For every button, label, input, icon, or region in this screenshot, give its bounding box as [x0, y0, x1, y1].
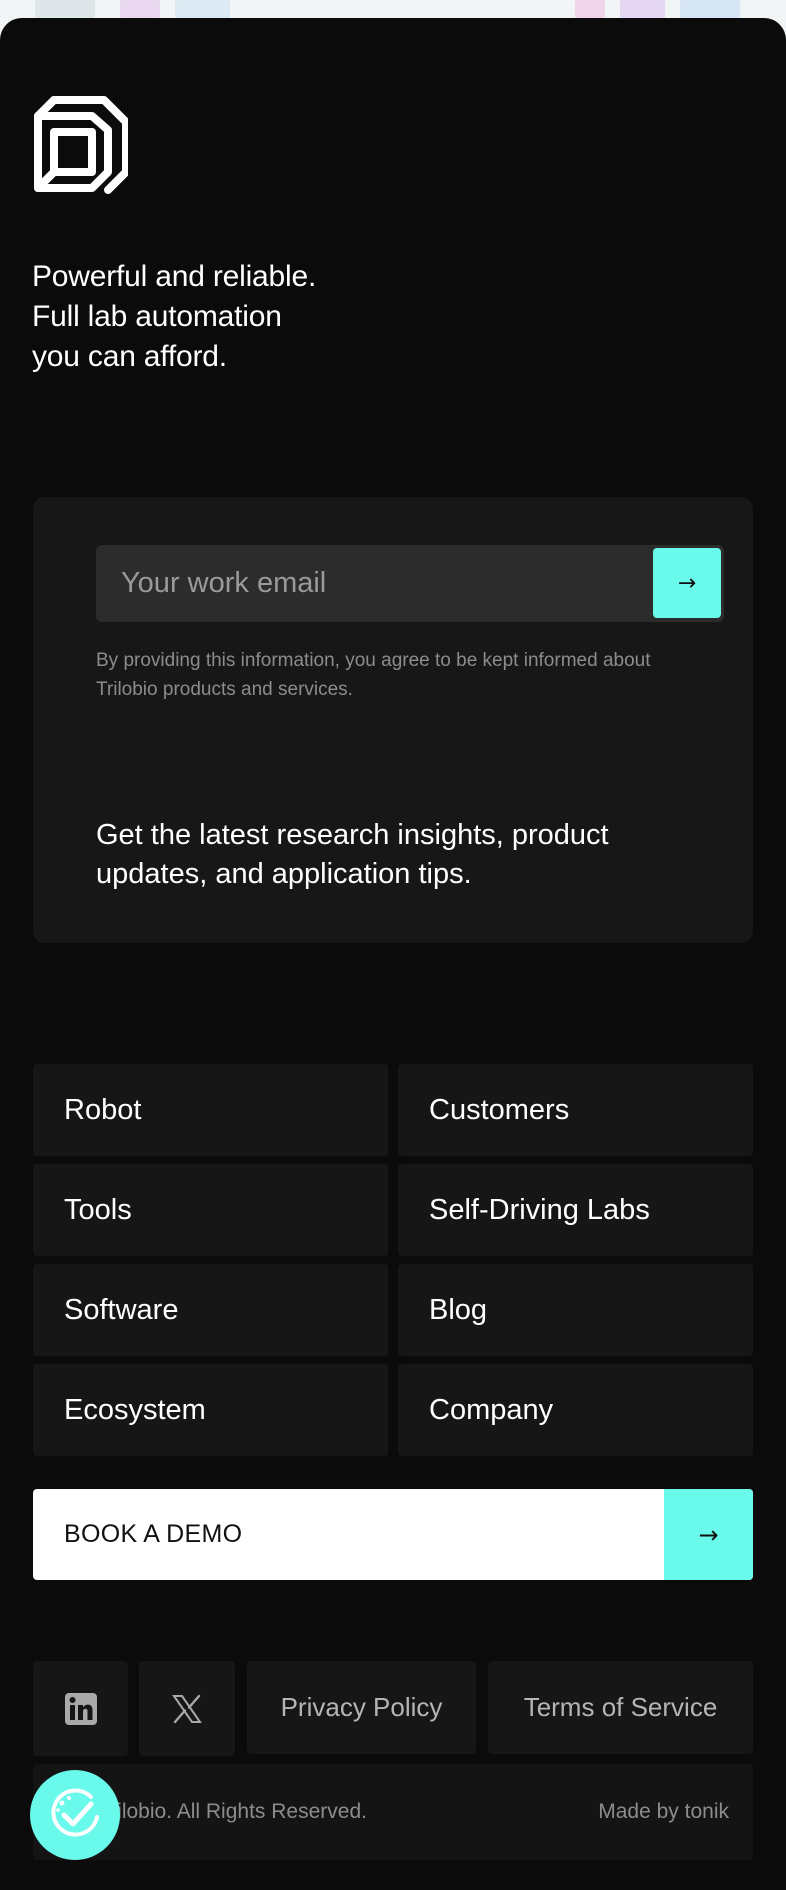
tagline-line: you can afford.: [32, 340, 227, 373]
speckle: [175, 0, 230, 18]
email-signup-row: →: [96, 545, 724, 622]
nav-link-software[interactable]: Software: [33, 1264, 388, 1356]
book-demo-button[interactable]: BOOK A DEMO →: [33, 1489, 753, 1580]
newsletter-pitch: Get the latest research insights, produc…: [96, 819, 609, 890]
cookie-check-icon: [51, 1788, 99, 1837]
cookie-consent-button[interactable]: [30, 1770, 120, 1860]
logo-mark: [34, 96, 130, 194]
arrow-right-icon: →: [664, 1489, 753, 1580]
privacy-policy-link[interactable]: Privacy Policy: [247, 1661, 476, 1754]
x-link[interactable]: [139, 1661, 235, 1756]
nav-link-company[interactable]: Company: [398, 1364, 753, 1456]
linkedin-icon: [64, 1692, 97, 1725]
nav-link-blog[interactable]: Blog: [398, 1264, 753, 1356]
nav-link-ecosystem[interactable]: Ecosystem: [33, 1364, 388, 1456]
made-by-link[interactable]: Made by tonik: [598, 1764, 729, 1860]
copyright-text: 6 Trilobio. All Rights Reserved.: [81, 1800, 367, 1823]
copyright-bar: 6 Trilobio. All Rights Reserved. Made by…: [33, 1764, 753, 1860]
tagline-line: Full lab automation: [32, 300, 282, 333]
footer-nav: Robot Customers Tools Self-Driving Labs …: [33, 1064, 753, 1456]
arrow-right-icon: →: [677, 570, 697, 596]
nav-link-robot[interactable]: Robot: [33, 1064, 388, 1156]
consent-text: By providing this information, you agree…: [96, 650, 651, 700]
footer-tagline: Powerful and reliable. Full lab automati…: [32, 257, 316, 377]
trilobio-logo-icon[interactable]: [32, 96, 130, 210]
speckle: [575, 0, 605, 18]
speckle: [620, 0, 665, 18]
terms-of-service-link[interactable]: Terms of Service: [488, 1661, 753, 1754]
x-icon: [172, 1694, 202, 1723]
nav-link-self-driving-labs[interactable]: Self-Driving Labs: [398, 1164, 753, 1256]
book-demo-label: BOOK A DEMO: [64, 1520, 243, 1548]
newsletter-card: → By providing this information, you agr…: [33, 497, 753, 943]
linkedin-link[interactable]: [33, 1661, 128, 1756]
nav-link-customers[interactable]: Customers: [398, 1064, 753, 1156]
email-submit-button[interactable]: →: [653, 548, 721, 618]
speckle: [120, 0, 160, 18]
speckle: [680, 0, 740, 18]
work-email-input[interactable]: [96, 545, 606, 622]
speckle: [35, 0, 95, 18]
nav-link-tools[interactable]: Tools: [33, 1164, 388, 1256]
tagline-line: Powerful and reliable.: [32, 260, 317, 293]
